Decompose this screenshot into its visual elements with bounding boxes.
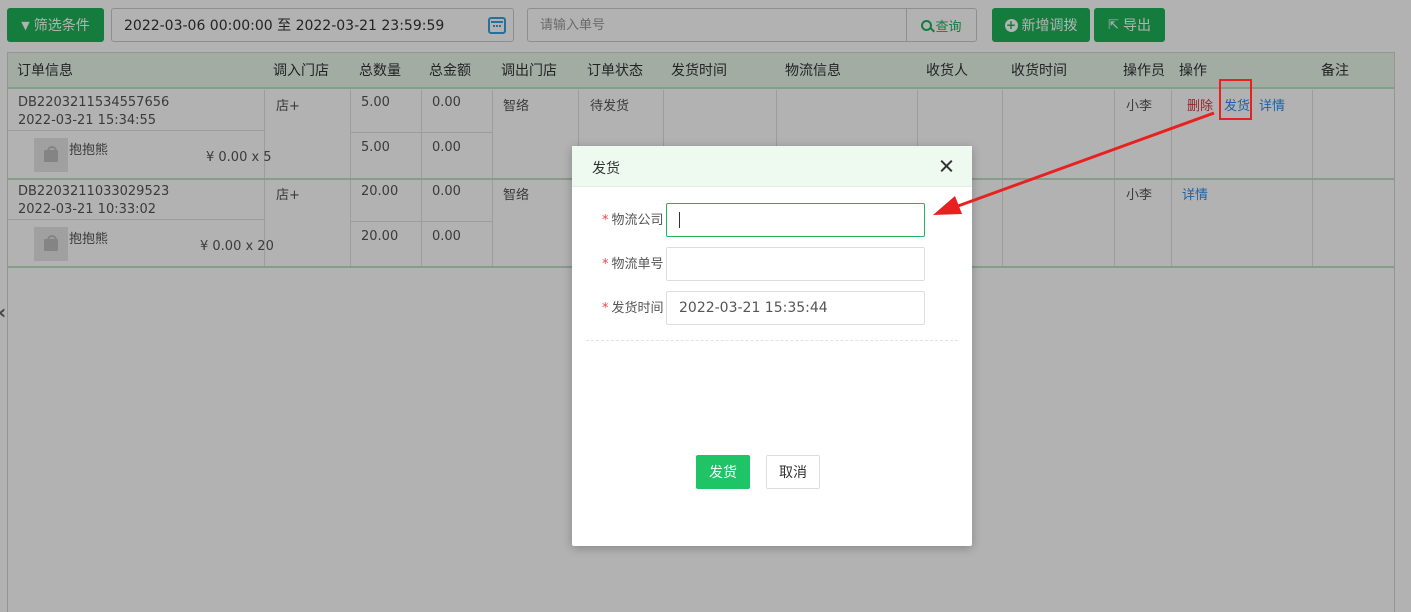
annotation-arrow: [933, 111, 1215, 215]
